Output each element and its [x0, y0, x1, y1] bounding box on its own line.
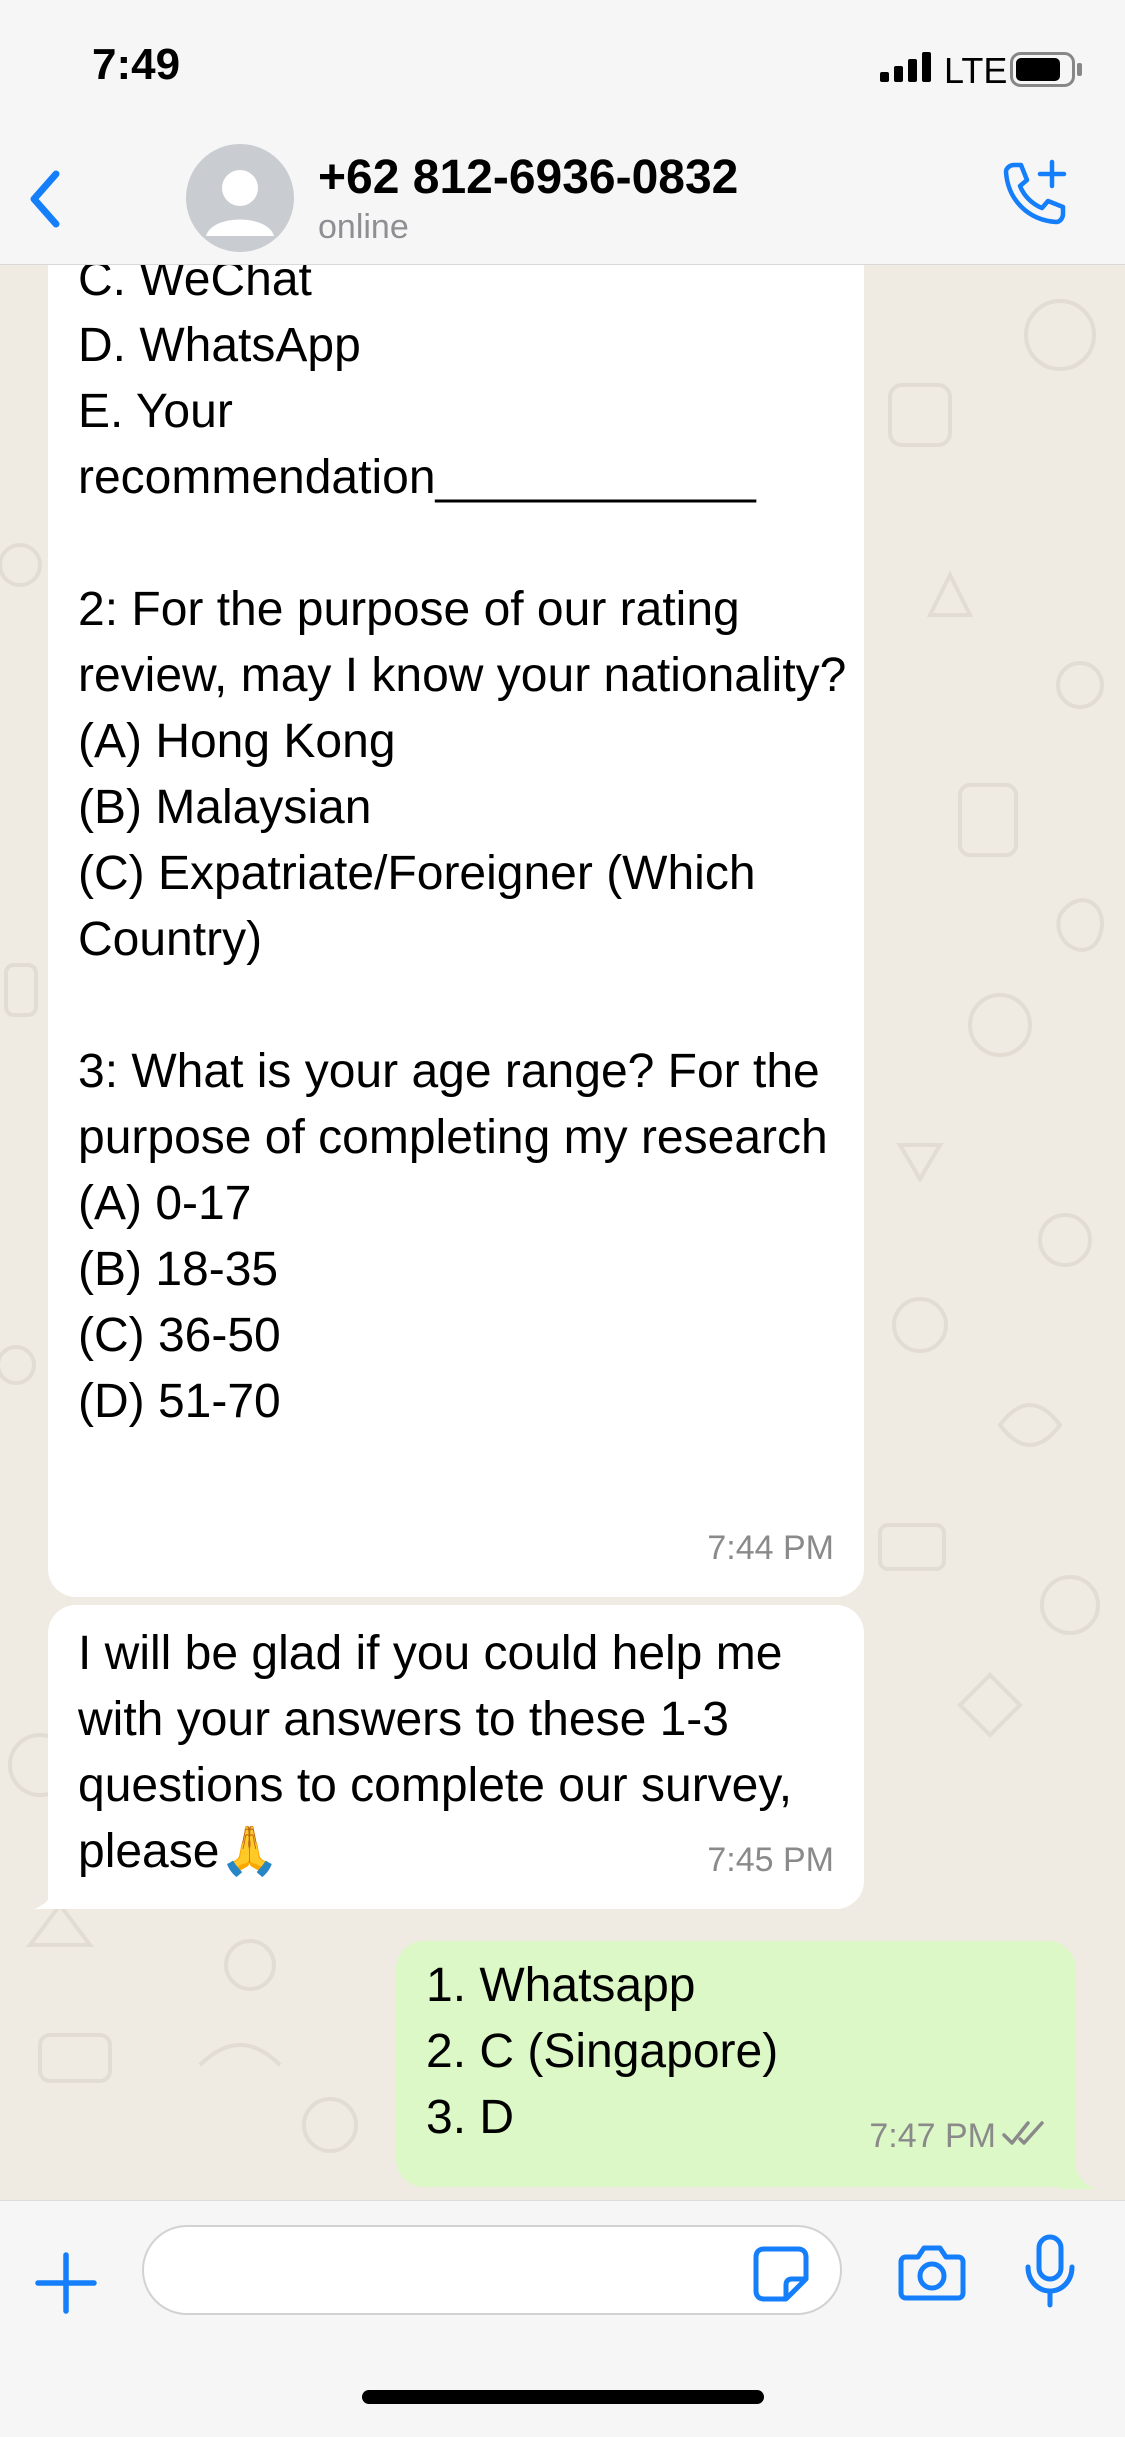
message-bubble-incoming[interactable]: I will be glad if you could help me with… [48, 1605, 864, 1909]
message-timestamp: 7:45 PM [707, 1841, 834, 1879]
message-input[interactable] [142, 2225, 842, 2315]
message-timestamp: 7:47 PM [869, 2117, 996, 2155]
sticker-icon[interactable] [752, 2245, 810, 2308]
camera-icon[interactable] [898, 2243, 966, 2306]
chat-header: +62 812-6936-0832 online [0, 140, 1125, 265]
battery-icon [1010, 52, 1084, 93]
home-indicator[interactable] [362, 2390, 764, 2404]
status-bar: 7:49 LTE [0, 0, 1125, 140]
message-text: 1. Whatsapp 2. C (Singapore) 3. D [426, 1959, 779, 2144]
contact-status: online [318, 208, 409, 246]
signal-icon [880, 52, 934, 87]
contact-avatar[interactable] [186, 144, 294, 252]
plus-icon[interactable] [34, 2251, 98, 2320]
message-bubble-incoming[interactable]: C. WeChat D. WhatsApp E. Your recommenda… [48, 265, 864, 1597]
message-text: C. WeChat D. WhatsApp E. Your recommenda… [78, 265, 847, 1428]
bubble-tail-icon [1060, 2155, 1096, 2189]
back-arrow-icon[interactable] [22, 164, 66, 239]
microphone-icon[interactable] [1022, 2233, 1078, 2318]
status-time: 7:49 [92, 40, 181, 89]
chat-area[interactable]: C. WeChat D. WhatsApp E. Your recommenda… [0, 265, 1125, 2200]
message-bubble-outgoing[interactable]: 1. Whatsapp 2. C (Singapore) 3. D 7:47 P… [396, 1941, 1076, 2187]
network-type: LTE [944, 50, 1008, 91]
contact-name[interactable]: +62 812-6936-0832 [318, 150, 738, 205]
double-check-icon [1002, 2099, 1050, 2165]
message-timestamp: 7:44 PM [707, 1529, 834, 1567]
bubble-tail-icon [34, 1875, 70, 1909]
add-call-icon[interactable] [996, 158, 1070, 237]
